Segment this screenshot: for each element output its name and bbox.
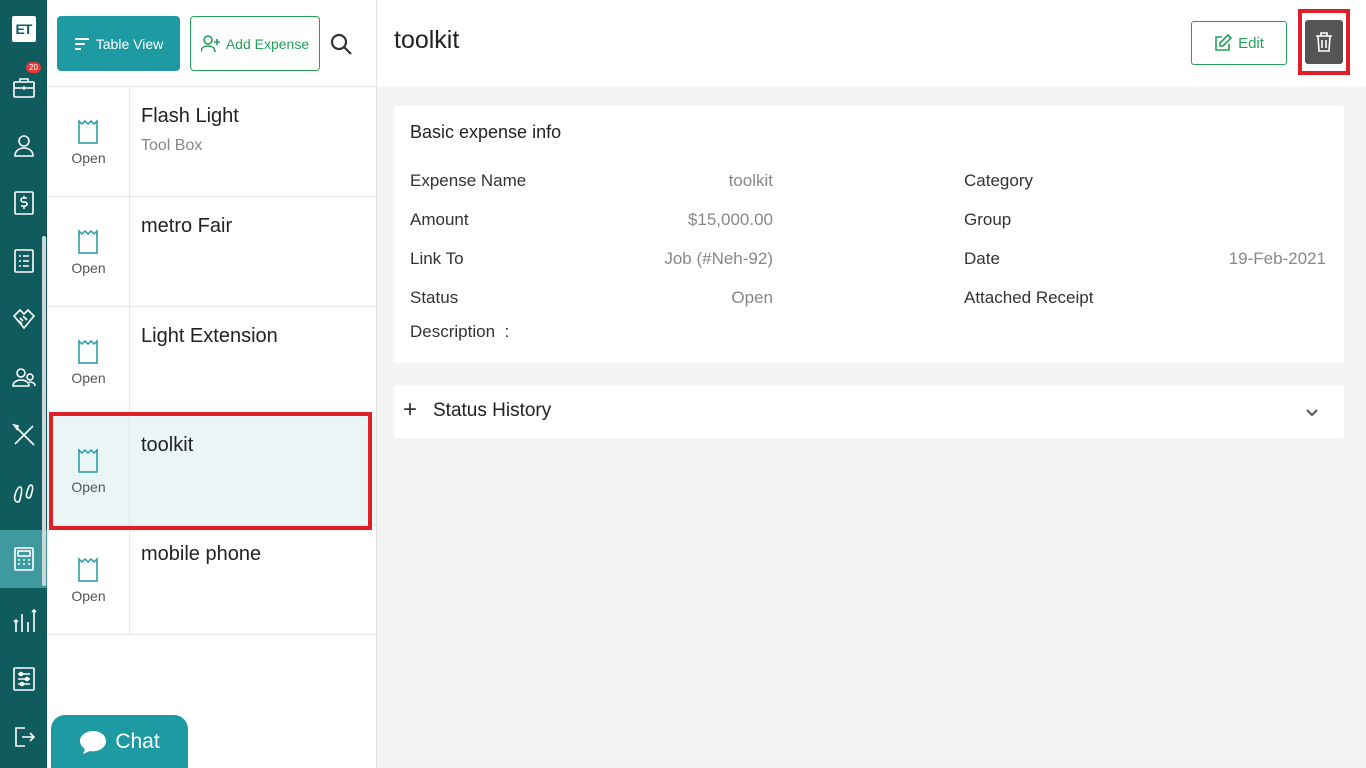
handshake-icon: [12, 308, 35, 330]
search-icon: [330, 33, 352, 55]
edit-icon: [1215, 34, 1233, 51]
basic-info-heading: Basic expense info: [410, 122, 562, 142]
table-view-button[interactable]: Table View: [57, 16, 180, 71]
sidebar-item-billing[interactable]: [0, 174, 47, 232]
receipt-icon: [78, 119, 98, 144]
detail-header: toolkit Edit: [377, 0, 1366, 87]
sidebar-item-settings[interactable]: [0, 650, 47, 708]
app-logo[interactable]: ET: [0, 0, 47, 58]
reports-icon: [12, 608, 37, 632]
item-status: Open: [71, 479, 106, 495]
add-user-icon: [200, 34, 220, 52]
delete-button-highlight: [1298, 9, 1350, 75]
users-icon: [11, 368, 36, 387]
item-status: Open: [71, 588, 106, 604]
receipt-icon: [78, 448, 98, 473]
item-status-cell: Open: [47, 416, 130, 525]
chat-label: Chat: [115, 730, 160, 753]
expense-list-panel: Table View Add Expense Open Flash Light …: [47, 0, 377, 768]
user-icon: [13, 135, 34, 157]
list-toolbar: Table View Add Expense: [47, 0, 376, 87]
item-subtitle: Tool Box: [141, 137, 203, 154]
expense-detail: toolkit Edit Basic expense info Expense …: [377, 0, 1366, 768]
briefcase-icon: [12, 78, 35, 98]
expense-list-item[interactable]: Open Flash Light Tool Box: [47, 87, 376, 197]
category-label: Category: [964, 171, 1033, 190]
delete-button[interactable]: [1305, 20, 1343, 64]
sidebar-item-tools[interactable]: [0, 406, 47, 464]
logout-icon: [14, 727, 35, 747]
list-icon: [13, 249, 34, 273]
status-value: Open: [731, 288, 773, 307]
receipt-icon: [78, 229, 98, 254]
basic-info-card: Basic expense info Expense Name toolkit …: [394, 106, 1344, 363]
item-title: Flash Light: [141, 105, 239, 127]
receipt-icon: [78, 339, 98, 364]
status-history-accordion[interactable]: + Status History: [394, 385, 1344, 438]
item-status: Open: [71, 370, 106, 386]
footprints-icon: [13, 484, 33, 503]
sidebar-item-reports[interactable]: [0, 592, 47, 650]
item-status-cell: Open: [47, 307, 130, 416]
item-status: Open: [71, 260, 106, 276]
item-status-cell: Open: [47, 197, 130, 306]
item-title: toolkit: [141, 434, 194, 456]
amount-label: Amount: [410, 210, 469, 229]
date-label: Date: [964, 249, 1000, 268]
sidebar: ET 20: [0, 0, 47, 768]
search-button[interactable]: [327, 30, 355, 58]
sidebar-item-deals[interactable]: [0, 290, 47, 348]
link-to-label: Link To: [410, 249, 464, 268]
link-to-value: Job (#Neh-92): [664, 249, 773, 268]
tools-icon: [11, 423, 35, 446]
dollar-icon: [13, 191, 34, 215]
amount-value: $15,000.00: [687, 210, 773, 229]
sidebar-item-lists[interactable]: [0, 232, 47, 290]
status-history-title: Status History: [433, 400, 552, 421]
notification-badge: 20: [26, 62, 41, 73]
sort-lines-icon: [74, 37, 89, 50]
add-expense-label: Add Expense: [225, 35, 310, 52]
expense-name-value: toolkit: [728, 171, 773, 190]
expense-list-item[interactable]: Open mobile phone: [47, 525, 376, 635]
group-label: Group: [964, 210, 1012, 229]
chat-button[interactable]: Chat: [51, 715, 188, 768]
sidebar-item-logout[interactable]: [0, 708, 47, 766]
expense-name-label: Expense Name: [410, 171, 527, 190]
chat-bubble-icon: [80, 731, 107, 754]
sidebar-item-expenses[interactable]: [0, 530, 47, 588]
edit-button[interactable]: Edit: [1191, 21, 1287, 65]
attached-receipt-label: Attached Receipt: [964, 288, 1094, 307]
item-status-cell: Open: [47, 525, 130, 634]
description-label: Description :: [410, 322, 510, 341]
add-expense-button[interactable]: Add Expense: [190, 16, 320, 71]
item-title: metro Fair: [141, 215, 233, 237]
trash-icon: [1316, 32, 1332, 52]
settings-sliders-icon: [12, 667, 35, 691]
item-status: Open: [71, 150, 106, 166]
status-label: Status: [410, 288, 459, 307]
sidebar-scrollbar[interactable]: [42, 236, 46, 586]
edit-label: Edit: [1238, 34, 1264, 52]
logo-text: ET: [11, 16, 36, 42]
chevron-down-icon: [1306, 409, 1318, 417]
item-title: Light Extension: [141, 325, 278, 347]
sidebar-item-tracking[interactable]: [0, 464, 47, 522]
item-status-cell: Open: [47, 87, 130, 196]
detail-title: toolkit: [394, 26, 460, 54]
expense-list-item-selected[interactable]: Open toolkit: [47, 416, 376, 526]
sidebar-item-jobs[interactable]: 20: [0, 58, 47, 116]
sidebar-item-team[interactable]: [0, 348, 47, 406]
plus-icon: +: [403, 396, 418, 423]
expense-list-item[interactable]: Open Light Extension: [47, 307, 376, 417]
expense-list-item[interactable]: Open metro Fair: [47, 197, 376, 307]
table-view-label: Table View: [95, 35, 164, 52]
item-title: mobile phone: [141, 543, 262, 565]
date-value: 19-Feb-2021: [1228, 249, 1326, 268]
receipt-icon: [78, 557, 98, 582]
sidebar-item-profile[interactable]: [0, 116, 47, 174]
calculator-icon: [13, 547, 34, 571]
